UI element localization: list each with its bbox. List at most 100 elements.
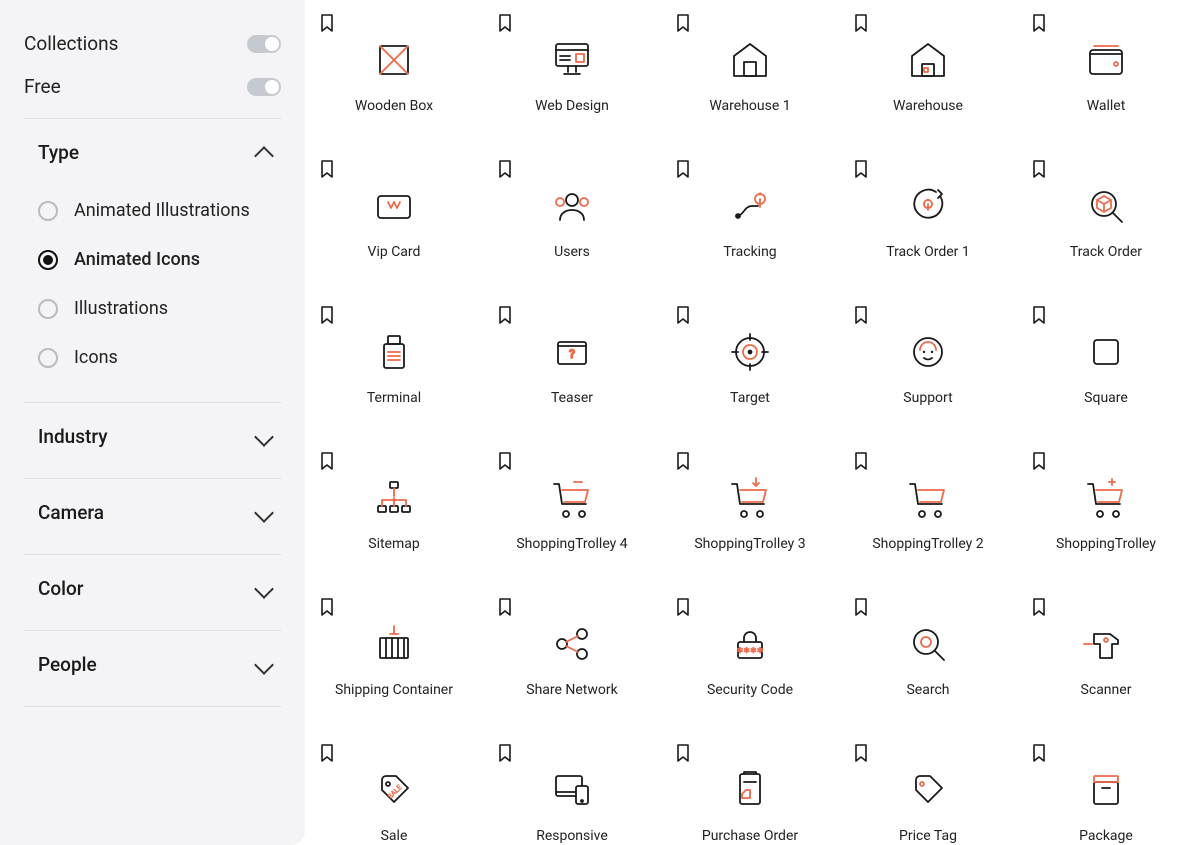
radio-animated-illustrations[interactable]: Animated Illustrations <box>38 186 281 235</box>
bookmark-icon[interactable] <box>497 14 513 32</box>
bookmark-icon[interactable] <box>853 744 869 762</box>
chevron-down-icon <box>254 503 274 523</box>
bookmark-icon[interactable] <box>1031 452 1047 470</box>
icon-cell[interactable]: Wallet <box>1017 8 1195 154</box>
icon-caption: Wooden Box <box>355 98 433 114</box>
bookmark-icon[interactable] <box>319 452 335 470</box>
bookmark-icon[interactable] <box>675 160 691 178</box>
bookmark-icon[interactable] <box>675 14 691 32</box>
icon-cell[interactable]: Track Order 1 <box>839 154 1017 300</box>
icon-caption: ShoppingTrolley 2 <box>872 536 983 552</box>
icon-grid: Wooden Box Web Design Warehouse 1 Wareho… <box>305 8 1200 845</box>
scanner-icon <box>1076 614 1136 674</box>
bookmark-icon[interactable] <box>319 598 335 616</box>
icon-cell[interactable]: ShoppingTrolley 2 <box>839 446 1017 592</box>
icon-cell[interactable]: Terminal <box>305 300 483 446</box>
icon-caption: Shipping Container <box>335 682 453 698</box>
bookmark-icon[interactable] <box>319 14 335 32</box>
icon-cell[interactable]: ✱✱✱✱ Security Code <box>661 592 839 738</box>
icon-cell[interactable]: Target <box>661 300 839 446</box>
trolley-2-icon <box>898 468 958 528</box>
icon-cell[interactable]: Shipping Container <box>305 592 483 738</box>
gallery: Wooden Box Web Design Warehouse 1 Wareho… <box>305 0 1200 845</box>
bookmark-icon[interactable] <box>853 160 869 178</box>
bookmark-icon[interactable] <box>497 744 513 762</box>
radio-illustrations[interactable]: Illustrations <box>38 284 281 333</box>
security-code-icon: ✱✱✱✱ <box>720 614 780 674</box>
divider <box>24 706 281 707</box>
icon-cell[interactable]: Warehouse 1 <box>661 8 839 154</box>
trolley-4-icon <box>542 468 602 528</box>
bookmark-icon[interactable] <box>497 160 513 178</box>
icon-cell[interactable]: Warehouse <box>839 8 1017 154</box>
toggle-label: Free <box>24 75 61 98</box>
shipping-container-icon <box>364 614 424 674</box>
bookmark-icon[interactable] <box>319 744 335 762</box>
users-icon <box>542 176 602 236</box>
filter-industry-header[interactable]: Industry <box>24 403 281 470</box>
filter-type-header[interactable]: Type <box>24 119 281 186</box>
bookmark-icon[interactable] <box>1031 14 1047 32</box>
toggle-switch[interactable] <box>247 78 281 96</box>
terminal-icon <box>364 322 424 382</box>
bookmark-icon[interactable] <box>497 452 513 470</box>
bookmark-icon[interactable] <box>497 306 513 324</box>
bookmark-icon[interactable] <box>675 452 691 470</box>
icon-cell[interactable]: ShoppingTrolley 3 <box>661 446 839 592</box>
responsive-icon <box>542 760 602 820</box>
bookmark-icon[interactable] <box>853 14 869 32</box>
bookmark-icon[interactable] <box>675 306 691 324</box>
bookmark-icon[interactable] <box>319 160 335 178</box>
icon-cell[interactable]: ShoppingTrolley <box>1017 446 1195 592</box>
toggle-free[interactable]: Free <box>24 67 281 110</box>
icon-caption: Warehouse <box>893 98 963 114</box>
toggle-label: Collections <box>24 32 118 55</box>
bookmark-icon[interactable] <box>1031 306 1047 324</box>
filter-people-header[interactable]: People <box>24 631 281 698</box>
package-icon <box>1076 760 1136 820</box>
icon-cell[interactable]: Sitemap <box>305 446 483 592</box>
icon-cell[interactable]: Search <box>839 592 1017 738</box>
bookmark-icon[interactable] <box>853 452 869 470</box>
icon-cell[interactable]: Scanner <box>1017 592 1195 738</box>
icon-cell[interactable]: Responsive <box>483 738 661 845</box>
icon-cell[interactable]: Wooden Box <box>305 8 483 154</box>
toggle-switch[interactable] <box>247 35 281 53</box>
bookmark-icon[interactable] <box>1031 744 1047 762</box>
bookmark-icon[interactable] <box>853 598 869 616</box>
icon-cell[interactable]: Vip Card <box>305 154 483 300</box>
icon-cell[interactable]: Purchase Order <box>661 738 839 845</box>
icon-cell[interactable]: Price Tag <box>839 738 1017 845</box>
track-order-1-icon <box>898 176 958 236</box>
bookmark-icon[interactable] <box>1031 160 1047 178</box>
icon-cell[interactable]: ShoppingTrolley 4 <box>483 446 661 592</box>
icon-cell[interactable]: Square <box>1017 300 1195 446</box>
icon-cell[interactable]: Web Design <box>483 8 661 154</box>
bookmark-icon[interactable] <box>853 306 869 324</box>
icon-cell[interactable]: Share Network <box>483 592 661 738</box>
icon-cell[interactable]: Support <box>839 300 1017 446</box>
icon-caption: Web Design <box>535 98 609 114</box>
toggle-collections[interactable]: Collections <box>24 24 281 67</box>
icon-cell[interactable]: Users <box>483 154 661 300</box>
icon-cell[interactable]: Track Order <box>1017 154 1195 300</box>
sale-icon: SALE <box>364 760 424 820</box>
radio-animated-icons[interactable]: Animated Icons <box>38 235 281 284</box>
bookmark-icon[interactable] <box>497 598 513 616</box>
icon-cell[interactable]: Package <box>1017 738 1195 845</box>
chevron-down-icon <box>254 427 274 447</box>
bookmark-icon[interactable] <box>1031 598 1047 616</box>
bookmark-icon[interactable] <box>675 744 691 762</box>
icon-cell[interactable]: SALE Sale <box>305 738 483 845</box>
filter-color-header[interactable]: Color <box>24 555 281 622</box>
radio-icons[interactable]: Icons <box>38 333 281 382</box>
filter-camera-header[interactable]: Camera <box>24 479 281 546</box>
icon-cell[interactable]: Tracking <box>661 154 839 300</box>
target-icon <box>720 322 780 382</box>
icon-cell[interactable]: ? Teaser <box>483 300 661 446</box>
icon-caption: ShoppingTrolley <box>1056 536 1156 552</box>
bookmark-icon[interactable] <box>319 306 335 324</box>
filter-title: Camera <box>38 501 104 524</box>
bookmark-icon[interactable] <box>675 598 691 616</box>
icon-caption: ShoppingTrolley 3 <box>694 536 805 552</box>
